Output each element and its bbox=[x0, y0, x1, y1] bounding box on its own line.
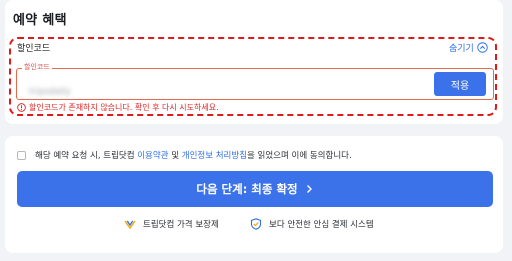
agreement-prefix: 해당 예약 요청 시, 트립닷컴 bbox=[35, 151, 135, 161]
price-guarantee-text: 트립닷컴 가격 보장제 bbox=[143, 220, 219, 230]
shield-check-icon bbox=[250, 218, 262, 230]
discount-code-input[interactable]: 할인코드 tripsdaily bbox=[16, 63, 494, 100]
apply-button[interactable]: 적용 bbox=[434, 72, 486, 96]
collapse-label: 숨기기 bbox=[449, 44, 474, 54]
agreement-and: 및 bbox=[171, 151, 180, 161]
privacy-link[interactable]: 개인정보 처리방침 bbox=[182, 151, 247, 161]
secure-payment: 보다 안전한 안심 결제 시스템 bbox=[250, 218, 374, 230]
price-tag-icon bbox=[124, 218, 136, 230]
chevron-right-icon bbox=[305, 184, 314, 194]
next-step-label: 다음 단계: 최종 확정 bbox=[196, 182, 298, 196]
agreement-text: 해당 예약 요청 시, 트립닷컴 이용약관 및 개인정보 처리방침을 읽었으며 … bbox=[35, 149, 352, 161]
next-step-button[interactable]: 다음 단계: 최종 확정 bbox=[17, 171, 493, 207]
agreement-row: 해당 예약 요청 시, 트립닷컴 이용약관 및 개인정보 처리방침을 읽었으며 … bbox=[17, 149, 352, 161]
error-icon bbox=[17, 103, 26, 112]
input-value: tripsdaily bbox=[29, 79, 89, 97]
discount-code-label: 할인코드 bbox=[17, 44, 51, 54]
secure-payment-text: 보다 안전한 안심 결제 시스템 bbox=[269, 220, 374, 230]
field-legend: 할인코드 bbox=[22, 63, 52, 72]
section-title: 예약 혜택 bbox=[13, 13, 67, 28]
error-message: 할인코드가 존재하지 않습니다. 확인 후 다시 시도하세요. bbox=[17, 102, 219, 113]
error-text: 할인코드가 존재하지 않습니다. 확인 후 다시 시도하세요. bbox=[29, 103, 219, 112]
price-guarantee: 트립닷컴 가격 보장제 bbox=[124, 218, 219, 230]
agree-checkbox[interactable] bbox=[17, 150, 26, 160]
input-value-text: tripsdaily bbox=[29, 87, 71, 97]
collapse-link[interactable]: 숨기기 bbox=[449, 41, 488, 54]
terms-link[interactable]: 이용약관 bbox=[137, 151, 168, 161]
agreement-suffix: 을 읽었으며 이에 동의합니다. bbox=[247, 151, 352, 161]
chevron-up-icon bbox=[477, 42, 488, 53]
